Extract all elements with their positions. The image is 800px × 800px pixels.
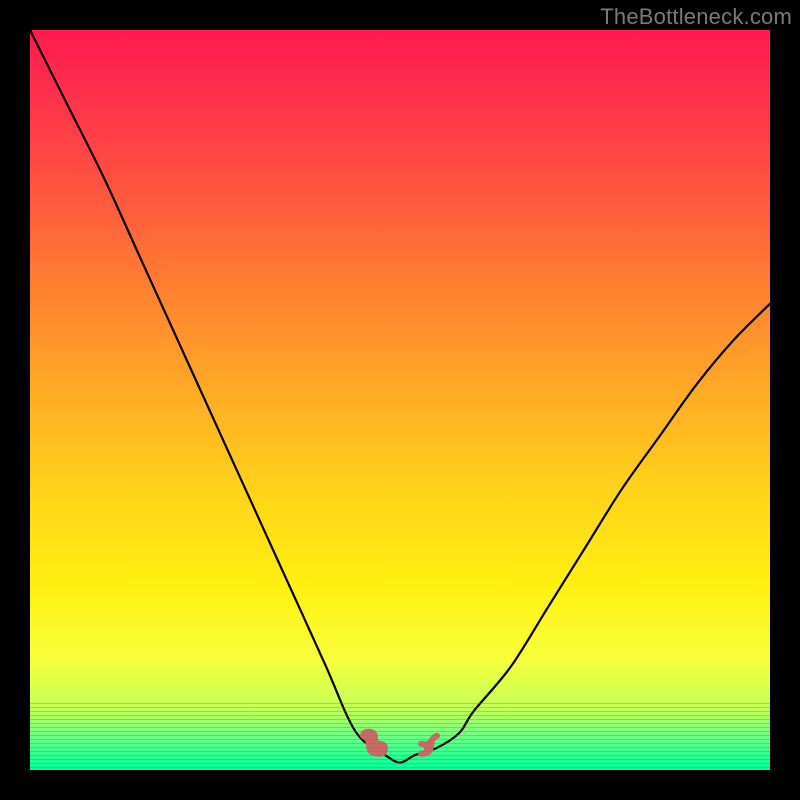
optimal-marker-left — [363, 732, 385, 754]
plot-area — [30, 30, 770, 770]
watermark-text: TheBottleneck.com — [600, 4, 792, 30]
optimal-marker-right — [421, 736, 437, 754]
chart-frame: TheBottleneck.com — [0, 0, 800, 800]
bottleneck-curve — [30, 30, 770, 763]
curve-svg — [30, 30, 770, 770]
